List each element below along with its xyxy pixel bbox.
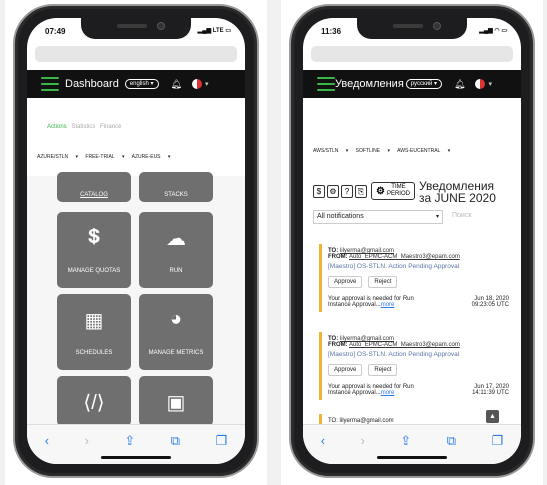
signal-indicator: ▂▄▆ LTE ▭ [197, 28, 231, 34]
filter-tenant[interactable]: AZURE/STLN ▾ [37, 154, 78, 160]
tabs-icon[interactable]: ❐ [492, 433, 504, 449]
page-title: Dashboard [65, 78, 119, 90]
attachment-icon[interactable]: ⎘ [355, 184, 367, 198]
back-icon[interactable]: ‹ [45, 433, 49, 448]
scroll-to-top-button[interactable]: ▲ [486, 410, 499, 423]
notch [357, 18, 467, 39]
forward-icon[interactable]: › [361, 433, 365, 448]
tabs-icon[interactable]: ❐ [216, 433, 228, 449]
more-link[interactable]: more [381, 302, 395, 308]
back-icon[interactable]: ‹ [321, 433, 325, 448]
phone-frame: 11:36 ▂▄▆ ◠ ▭ Уведомления русский ▾ 🔔︎ ▾… [289, 4, 535, 478]
app-header: Уведомления русский ▾ 🔔︎ ▾ [303, 70, 521, 98]
tile-schedules[interactable]: ▦ SCHEDULES [57, 294, 131, 370]
notification-timestamp: Jun 18, 2020 09:23:05 UTC [471, 296, 509, 308]
filter-region[interactable]: AZURE-EUS ▾ [132, 154, 171, 160]
home-indicator [377, 456, 447, 459]
tiles-area: CATALOG STACKS 💲︎ MANAGE QUOTAS ☁︎ RUN ▦… [27, 172, 245, 426]
phone-frame: 07:49 ▂▄▆ LTE ▭ Dashboard english ▾ 🔔︎ ▾… [13, 4, 259, 478]
search-input[interactable]: Поиск [449, 210, 511, 224]
tile-run[interactable]: ☁︎ RUN [139, 212, 213, 288]
approve-button[interactable]: Approve [328, 276, 363, 288]
approve-button[interactable]: Approve [328, 364, 363, 376]
filter-bar: AWS/STLN ▾ SOFTLINE ▾ AWS-EUCENTRAL ▾ [303, 148, 521, 154]
menu-icon[interactable] [41, 77, 59, 91]
gears-icon: ⚙ [376, 185, 385, 197]
tile-manage-metrics[interactable]: ◕ MANAGE METRICS [139, 294, 213, 370]
bookmarks-icon[interactable]: ⧉ [447, 433, 456, 449]
time-period-button[interactable]: ⚙ TIME PERIOD [371, 182, 415, 200]
cloud-add-icon: ☁︎ [166, 228, 186, 250]
money-stack-icon: 💲︎ [88, 226, 100, 248]
calendar-icon: ▦ [84, 310, 104, 332]
tab-statistics[interactable]: Statistics [71, 124, 95, 130]
tab-finance[interactable]: Finance [100, 124, 121, 130]
page-title: Уведомления [335, 78, 404, 90]
notification-tools: $ ⚙ ? ⎘ ⚙ TIME PERIOD [313, 182, 415, 200]
code-file-icon: ⟨/⟩ [83, 392, 105, 414]
status-time: 07:49 [45, 27, 66, 36]
status-time: 11:36 [321, 27, 342, 36]
filter-account[interactable]: FREE-TRIAL ▾ [85, 154, 124, 160]
tab-actions[interactable]: Actions [47, 124, 67, 130]
filter-tenant[interactable]: AWS/STLN ▾ [313, 148, 348, 154]
avatar[interactable] [191, 79, 202, 89]
notification-subject: [Maestro] OS-STLN. Action Pending Approv… [328, 351, 460, 358]
app-header: Dashboard english ▾ 🔔︎ ▾ [27, 70, 245, 98]
more-link[interactable]: more [381, 390, 395, 396]
dashboard-tabs: Actions Statistics Finance [47, 124, 124, 130]
share-icon[interactable]: ⇪ [400, 433, 411, 449]
phone-screen: 07:49 ▂▄▆ LTE ▭ Dashboard english ▾ 🔔︎ ▾… [27, 18, 245, 464]
tile-cubes[interactable]: ▣ [139, 376, 213, 426]
notification-subject: [Maestro] OS-STLN. Action Pending Approv… [328, 263, 460, 270]
filter-bar: AZURE/STLN ▾ FREE-TRIAL ▾ AZURE-EUS ▾ [27, 154, 245, 160]
notification-card: TO: lilyerma@gmail.com FROM: Auto_EPMC-A… [319, 332, 515, 400]
tile-manage-quotas[interactable]: 💲︎ MANAGE QUOTAS [57, 212, 131, 288]
cubes-icon: ▣ [166, 392, 186, 414]
language-select[interactable]: english ▾ [124, 79, 159, 89]
right-screenshot-panel: 11:36 ▂▄▆ ◠ ▭ Уведомления русский ▾ 🔔︎ ▾… [281, 0, 543, 485]
bell-icon[interactable]: 🔔︎ [454, 79, 465, 90]
share-icon[interactable]: ⇪ [124, 433, 135, 449]
menu-icon[interactable] [317, 77, 335, 91]
signal-indicator: ▂▄▆ ◠ ▭ [479, 28, 507, 34]
url-bar[interactable] [35, 46, 237, 62]
notch [81, 18, 191, 39]
reject-button[interactable]: Reject [368, 364, 398, 376]
dollar-icon[interactable]: $ [313, 184, 325, 198]
notification-from: FROM: Auto_EPMC-ACM_Maestro3@epam.com [328, 342, 460, 348]
notification-from: FROM: Auto_EPMC-ACM_Maestro3@epam.com [328, 254, 460, 260]
chevron-down-icon[interactable]: ▾ [205, 80, 209, 88]
notification-timestamp: Jun 17, 2020 14:11:39 UTC [472, 384, 509, 396]
avatar[interactable] [475, 79, 486, 89]
bell-icon[interactable]: 🔔︎ [171, 79, 182, 90]
notification-filter-select[interactable]: All notifications ▾ [313, 210, 443, 224]
chevron-down-icon: ▾ [435, 214, 439, 220]
url-bar[interactable] [311, 46, 513, 62]
tile-stacks[interactable]: STACKS [139, 172, 213, 202]
help-icon[interactable]: ? [341, 184, 353, 198]
tile-catalog[interactable]: CATALOG [57, 172, 131, 202]
bookmarks-icon[interactable]: ⧉ [171, 433, 180, 449]
home-indicator [101, 456, 171, 459]
notification-card: TO: lilyerma@gmail.com FROM: Auto_EPMC-A… [319, 244, 515, 312]
reject-button[interactable]: Reject [368, 276, 398, 288]
pie-chart-icon: ◕ [169, 308, 183, 330]
forward-icon[interactable]: › [85, 433, 89, 448]
left-screenshot-panel: 07:49 ▂▄▆ LTE ▭ Dashboard english ▾ 🔔︎ ▾… [5, 0, 267, 485]
notification-message: Your approval is needed for Run Instance… [328, 384, 414, 396]
notification-message: Your approval is needed for Run Instance… [328, 296, 414, 308]
tile-code[interactable]: ⟨/⟩ [57, 376, 131, 426]
chevron-down-icon[interactable]: ▾ [488, 80, 492, 88]
notifications-heading: Уведомления за JUNE 2020 [419, 179, 496, 205]
phone-screen: 11:36 ▂▄▆ ◠ ▭ Уведомления русский ▾ 🔔︎ ▾… [303, 18, 521, 464]
language-select[interactable]: русский ▾ [405, 79, 442, 89]
filter-account[interactable]: SOFTLINE ▾ [356, 148, 390, 154]
filter-region[interactable]: AWS-EUCENTRAL ▾ [397, 148, 450, 154]
settings-icon[interactable]: ⚙ [327, 184, 339, 198]
